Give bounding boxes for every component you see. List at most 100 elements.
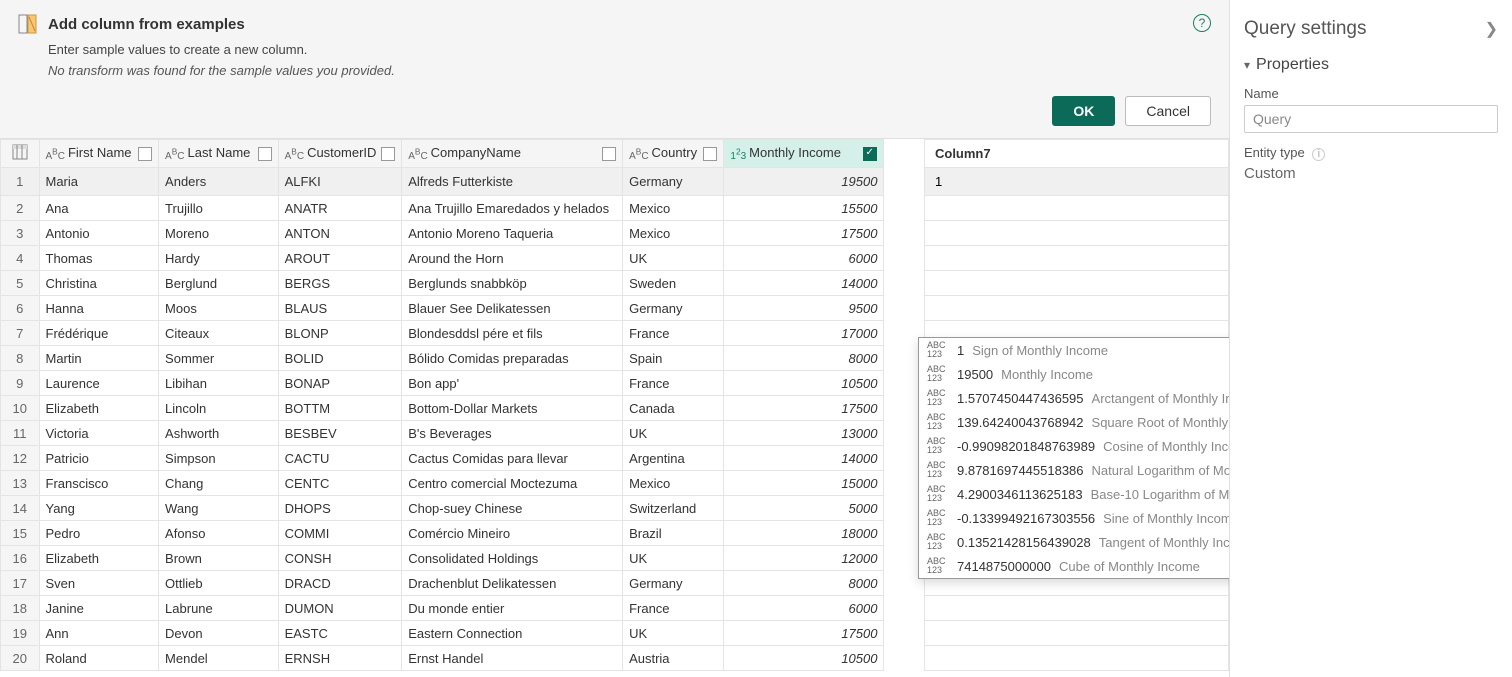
suggestion-item[interactable]: ABC1239.8781697445518386Natural Logarith…	[919, 458, 1229, 482]
suggestion-item[interactable]: ABC1231Sign of Monthly Income	[919, 338, 1229, 362]
entity-type-value: Custom	[1244, 165, 1498, 182]
cancel-button[interactable]: Cancel	[1125, 96, 1211, 126]
table-row[interactable]: 5ChristinaBerglundBERGSBerglunds snabbkö…	[1, 271, 1229, 296]
column-header-income[interactable]: 123Monthly Income	[724, 140, 884, 168]
column-checkbox[interactable]	[258, 147, 272, 161]
cell-country: Sweden	[623, 271, 724, 296]
add-column-header-panel: Add column from examples Enter sample va…	[0, 0, 1229, 139]
row-number: 13	[1, 471, 40, 496]
column-checkbox[interactable]	[381, 147, 395, 161]
cell-country: Canada	[623, 396, 724, 421]
cell-first: Hanna	[39, 296, 159, 321]
new-column-cell[interactable]	[924, 246, 1228, 271]
ok-button[interactable]: OK	[1052, 96, 1115, 126]
suggestion-label: Arctangent of Monthly Income	[1092, 391, 1229, 406]
new-column-cell[interactable]	[924, 168, 1228, 196]
entity-type-label: Entity type i	[1244, 145, 1498, 161]
cell-cust: COMMI	[278, 521, 402, 546]
help-icon[interactable]: ?	[1193, 14, 1211, 32]
cell-last: Labrune	[159, 596, 279, 621]
table-row[interactable]: 4ThomasHardyAROUTAround the HornUK6000	[1, 246, 1229, 271]
cell-country: Mexico	[623, 471, 724, 496]
new-column-cell[interactable]	[924, 621, 1228, 646]
column-header-cust[interactable]: ABCCustomerID	[278, 140, 402, 168]
cell-cust: CENTC	[278, 471, 402, 496]
properties-section-header[interactable]: ▾ Properties	[1244, 56, 1498, 74]
column-checkbox[interactable]	[703, 147, 717, 161]
cell-income: 10500	[724, 646, 884, 671]
column-checkbox[interactable]	[863, 147, 877, 161]
table-row[interactable]: 19AnnDevonEASTCEastern ConnectionUK17500	[1, 621, 1229, 646]
cell-comp: Cactus Comidas para llevar	[402, 446, 623, 471]
row-number: 8	[1, 346, 40, 371]
cell-income: 8000	[724, 346, 884, 371]
column-checkbox[interactable]	[602, 147, 616, 161]
cell-first: Victoria	[39, 421, 159, 446]
column-header-country[interactable]: ABCCountry	[623, 140, 724, 168]
cell-cust: BERGS	[278, 271, 402, 296]
cell-comp: Ana Trujillo Emaredados y helados	[402, 196, 623, 221]
example-input[interactable]	[931, 172, 1222, 191]
cell-income: 6000	[724, 596, 884, 621]
column-header-first[interactable]: ABCFirst Name	[39, 140, 159, 168]
cell-cust: BOLID	[278, 346, 402, 371]
table-row[interactable]: 6HannaMoosBLAUSBlauer See DelikatessenGe…	[1, 296, 1229, 321]
row-number: 4	[1, 246, 40, 271]
suggestion-item[interactable]: ABC123-0.13399492167303556Sine of Monthl…	[919, 506, 1229, 530]
cell-country: UK	[623, 421, 724, 446]
info-icon[interactable]: i	[1312, 148, 1325, 161]
cell-comp: B's Beverages	[402, 421, 623, 446]
table-row[interactable]: 20RolandMendelERNSHErnst HandelAustria10…	[1, 646, 1229, 671]
cell-cust: ALFKI	[278, 168, 402, 196]
cell-income: 9500	[724, 296, 884, 321]
new-column-cell[interactable]	[924, 221, 1228, 246]
cell-country: Austria	[623, 646, 724, 671]
cell-last: Lincoln	[159, 396, 279, 421]
query-name-input[interactable]	[1244, 105, 1498, 133]
cell-first: Elizabeth	[39, 546, 159, 571]
suggestions-dropdown[interactable]: ABC1231Sign of Monthly IncomeABC12319500…	[918, 337, 1229, 579]
new-column-cell[interactable]	[924, 296, 1228, 321]
suggestion-item[interactable]: ABC1231.5707450447436595Arctangent of Mo…	[919, 386, 1229, 410]
suggestion-value: -0.13399492167303556	[957, 511, 1095, 526]
cell-comp: Eastern Connection	[402, 621, 623, 646]
cell-first: Thomas	[39, 246, 159, 271]
column-checkbox[interactable]	[138, 147, 152, 161]
cell-country: Mexico	[623, 196, 724, 221]
new-column-cell[interactable]	[924, 646, 1228, 671]
cell-income: 14000	[724, 446, 884, 471]
new-column-cell[interactable]	[924, 196, 1228, 221]
column-header-comp[interactable]: ABCCompanyName	[402, 140, 623, 168]
row-number: 2	[1, 196, 40, 221]
row-number: 15	[1, 521, 40, 546]
suggestion-item[interactable]: ABC1230.13521428156439028Tangent of Mont…	[919, 530, 1229, 554]
table-row[interactable]: 3AntonioMorenoANTONAntonio Moreno Taquer…	[1, 221, 1229, 246]
suggestion-label: Tangent of Monthly Income	[1099, 535, 1229, 550]
new-column-cell[interactable]	[924, 596, 1228, 621]
cell-cust: CONSH	[278, 546, 402, 571]
suggestion-item[interactable]: ABC123139.64240043768942Square Root of M…	[919, 410, 1229, 434]
type-badge-icon: ABC123	[927, 389, 949, 407]
data-table-wrapper[interactable]: ABCFirst NameABCLast NameABCCustomerIDAB…	[0, 139, 1229, 677]
column-header-last[interactable]: ABCLast Name	[159, 140, 279, 168]
collapse-sidebar-icon[interactable]: ❯	[1485, 19, 1498, 39]
table-select-icon[interactable]	[1, 140, 40, 168]
cell-comp: Blondesddsl pére et fils	[402, 321, 623, 346]
suggestion-item[interactable]: ABC12319500Monthly Income	[919, 362, 1229, 386]
cell-cust: CACTU	[278, 446, 402, 471]
cell-income: 6000	[724, 246, 884, 271]
cell-income: 5000	[724, 496, 884, 521]
suggestion-item[interactable]: ABC1234.2900346113625183Base-10 Logarith…	[919, 482, 1229, 506]
table-row[interactable]: 2AnaTrujilloANATRAna Trujillo Emaredados…	[1, 196, 1229, 221]
cell-country: Argentina	[623, 446, 724, 471]
cell-country: Switzerland	[623, 496, 724, 521]
suggestion-item[interactable]: ABC1237414875000000Cube of Monthly Incom…	[919, 554, 1229, 578]
table-row[interactable]: 18JanineLabruneDUMONDu monde entierFranc…	[1, 596, 1229, 621]
cell-last: Simpson	[159, 446, 279, 471]
table-row[interactable]: 1MariaAndersALFKIAlfreds FutterkisteGerm…	[1, 168, 1229, 196]
new-column-cell[interactable]	[924, 271, 1228, 296]
new-column-header[interactable]: Column7	[924, 140, 1228, 168]
cell-first: Pedro	[39, 521, 159, 546]
suggestion-label: Square Root of Monthly Income	[1092, 415, 1229, 430]
suggestion-item[interactable]: ABC123-0.99098201848763989Cosine of Mont…	[919, 434, 1229, 458]
